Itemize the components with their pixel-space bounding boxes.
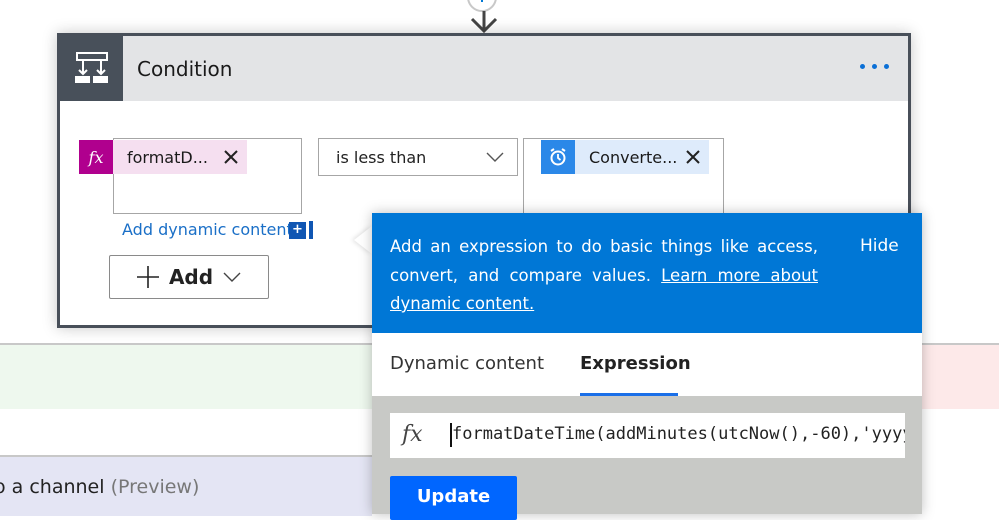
condition-icon-box bbox=[60, 36, 123, 101]
dynamic-content-panel: Add an expression to do basic things lik… bbox=[372, 213, 922, 520]
info-text: Add an expression to do basic things lik… bbox=[390, 233, 818, 319]
dot-icon bbox=[884, 64, 889, 69]
remove-token-icon[interactable] bbox=[223, 149, 239, 165]
add-dynamic-content-link[interactable]: Add dynamic content bbox=[122, 220, 293, 239]
operator-dropdown[interactable]: is less than bbox=[318, 138, 518, 176]
plus-icon bbox=[481, 0, 483, 2]
dot-icon bbox=[860, 64, 865, 69]
token-label: formatD... bbox=[127, 147, 208, 167]
more-options-button[interactable] bbox=[860, 56, 900, 82]
hide-button[interactable]: Hide bbox=[860, 236, 899, 256]
dynamic-content-token[interactable]: Converte... bbox=[541, 140, 709, 174]
add-dynamic-content-plus-icon[interactable]: + bbox=[289, 222, 306, 239]
arrow-down-icon bbox=[470, 11, 498, 33]
teams-action-title[interactable]: o a channel (Preview) bbox=[0, 476, 199, 498]
fx-icon: fx bbox=[402, 422, 423, 447]
update-button[interactable]: Update bbox=[390, 476, 517, 520]
condition-title: Condition bbox=[137, 57, 233, 81]
condition-branch-icon bbox=[75, 52, 108, 83]
tab-expression[interactable]: Expression bbox=[580, 353, 691, 374]
dot-icon bbox=[872, 64, 877, 69]
plus-icon bbox=[136, 266, 159, 288]
tab-dynamic-content[interactable]: Dynamic content bbox=[390, 353, 544, 374]
add-row-button[interactable]: Add bbox=[109, 255, 269, 299]
operator-value: is less than bbox=[336, 148, 427, 167]
action-title-text: o a channel bbox=[0, 476, 105, 498]
info-banner: Add an expression to do basic things lik… bbox=[372, 213, 922, 333]
if-no-branch-band bbox=[910, 343, 999, 409]
alarm-clock-icon bbox=[541, 140, 575, 174]
remove-token-icon[interactable] bbox=[685, 149, 701, 165]
fx-icon: fx bbox=[79, 140, 113, 174]
chevron-down-icon bbox=[223, 272, 241, 282]
token-label: Converte... bbox=[589, 147, 678, 167]
add-button-label: Add bbox=[168, 265, 214, 289]
panel-pointer bbox=[354, 226, 372, 254]
chevron-down-icon bbox=[486, 152, 504, 162]
condition-header[interactable]: Condition bbox=[60, 36, 908, 101]
expression-input[interactable]: fx formatDateTime(addMinutes(utcNow(),-6… bbox=[390, 413, 905, 458]
preview-label: (Preview) bbox=[110, 476, 200, 498]
add-dynamic-content-bar bbox=[309, 221, 313, 239]
expression-value: formatDateTime(addMinutes(utcNow(),-60),… bbox=[452, 424, 905, 444]
expression-editor-area: fx formatDateTime(addMinutes(utcNow(),-6… bbox=[372, 396, 922, 520]
expression-token[interactable]: fx formatD... bbox=[79, 140, 247, 174]
